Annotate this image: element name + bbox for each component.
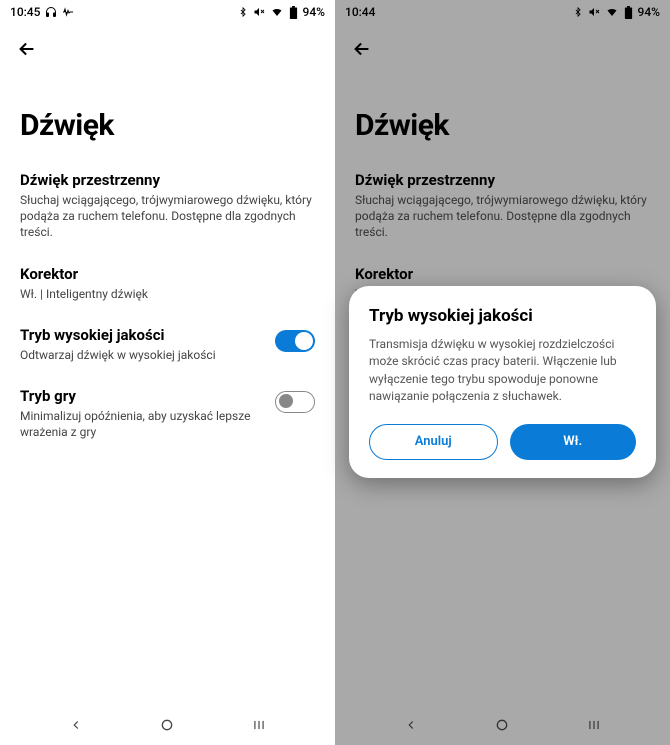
- right-screen: 10:44 94% Dźwięk Dźwięk przestr: [335, 0, 670, 745]
- status-battery: 94%: [303, 5, 325, 19]
- page-title: Dźwięk: [20, 108, 315, 143]
- nav-home-icon[interactable]: [157, 715, 177, 735]
- status-bar: 10:45 94%: [0, 0, 335, 24]
- high-quality-toggle[interactable]: [275, 330, 315, 352]
- game-mode-row[interactable]: Tryb gry Minimalizuj opóźnienia, aby uzy…: [20, 387, 315, 440]
- spatial-sub: Słuchaj wciągającego, trójwymiarowego dź…: [20, 192, 315, 241]
- mute-icon: [253, 6, 265, 18]
- left-screen: 10:45 94%: [0, 0, 335, 745]
- equalizer-row[interactable]: Korektor Wł. | Inteligentny dźwięk: [20, 265, 315, 302]
- nav-recents-icon[interactable]: [249, 715, 269, 735]
- eq-title: Korektor: [20, 265, 315, 283]
- dialog-body: Transmisja dźwięku w wysokiej rozdzielcz…: [369, 336, 636, 406]
- eq-sub: Wł. | Inteligentny dźwięk: [20, 286, 315, 302]
- cancel-button[interactable]: Anuluj: [369, 424, 498, 460]
- back-button[interactable]: [16, 38, 319, 60]
- nav-back-icon[interactable]: [66, 715, 86, 735]
- battery-icon: [289, 6, 298, 19]
- confirm-button[interactable]: Wł.: [510, 424, 637, 460]
- dialog-scrim[interactable]: Tryb wysokiej jakości Transmisja dźwięku…: [335, 0, 670, 745]
- waveform-icon: [62, 6, 74, 18]
- hq-title: Tryb wysokiej jakości: [20, 326, 263, 344]
- high-quality-row[interactable]: Tryb wysokiej jakości Odtwarzaj dźwięk w…: [20, 326, 315, 363]
- game-title: Tryb gry: [20, 387, 263, 405]
- bluetooth-icon: [238, 6, 248, 18]
- spatial-audio-row[interactable]: Dźwięk przestrzenny Słuchaj wciągającego…: [20, 171, 315, 241]
- game-mode-toggle[interactable]: [275, 391, 315, 413]
- wifi-icon: [270, 6, 284, 18]
- status-time: 10:45: [10, 5, 40, 19]
- dialog-title: Tryb wysokiej jakości: [369, 306, 636, 326]
- hq-sub: Odtwarzaj dźwięk w wysokiej jakości: [20, 347, 263, 363]
- nav-bar: [0, 705, 335, 745]
- confirm-dialog: Tryb wysokiej jakości Transmisja dźwięku…: [349, 286, 656, 478]
- spatial-title: Dźwięk przestrzenny: [20, 171, 315, 189]
- game-sub: Minimalizuj opóźnienia, aby uzyskać leps…: [20, 408, 263, 440]
- headphones-icon: [45, 6, 57, 18]
